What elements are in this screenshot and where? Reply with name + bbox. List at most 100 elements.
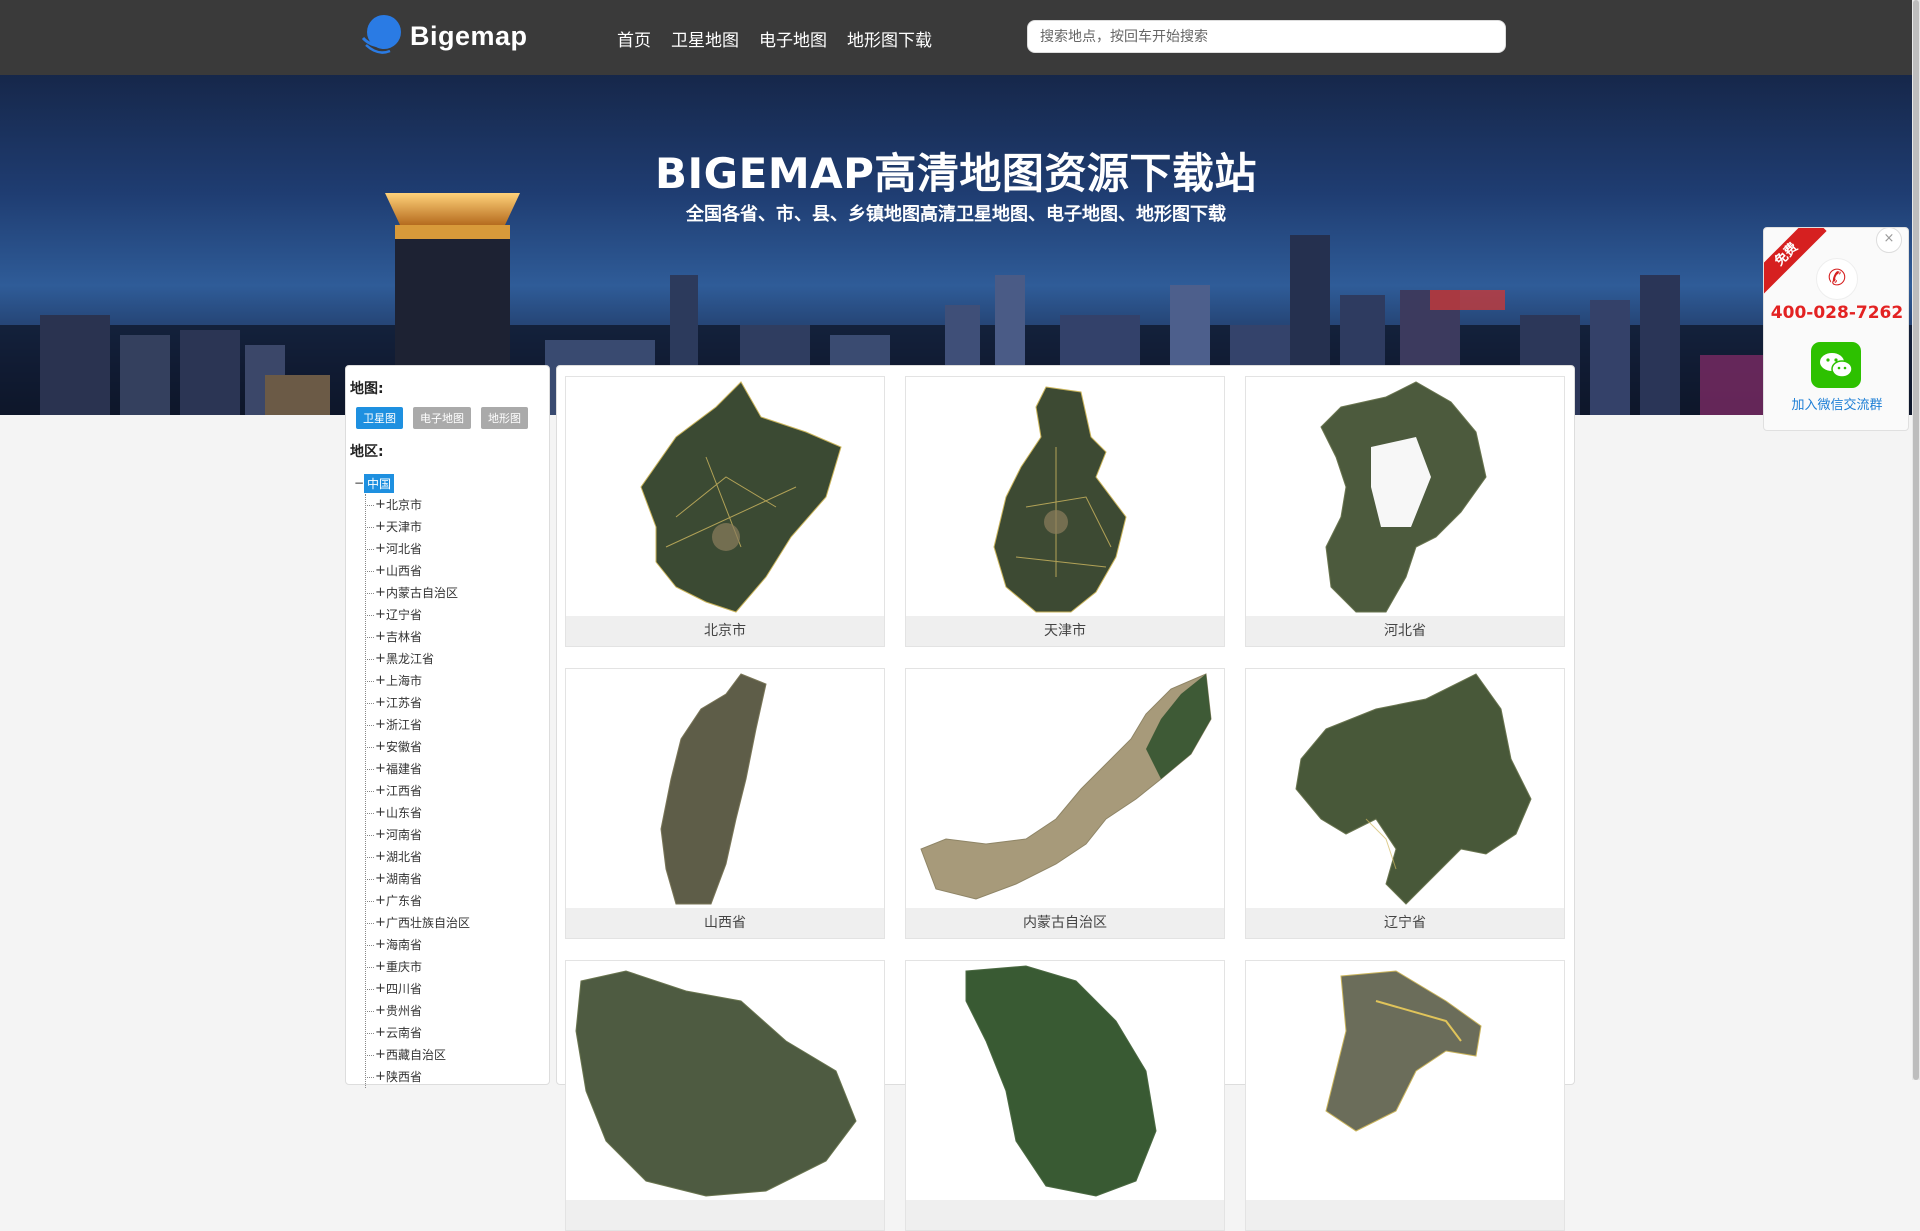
map-card[interactable] — [1245, 960, 1565, 1231]
terrain-map-button[interactable]: 地形图 — [481, 407, 528, 429]
expand-icon[interactable]: + — [375, 1022, 386, 1044]
expand-icon[interactable]: + — [375, 714, 386, 736]
tree-item[interactable]: + 湖北省 — [364, 846, 470, 868]
map-card-title[interactable] — [906, 1200, 1224, 1230]
expand-icon[interactable]: + — [375, 978, 386, 1000]
map-card-title[interactable]: 山西省 — [566, 908, 884, 938]
tree-item[interactable]: + 北京市 — [364, 494, 470, 516]
expand-icon[interactable]: + — [375, 626, 386, 648]
wechat-icon[interactable] — [1811, 342, 1861, 388]
tree-item[interactable]: + 吉林省 — [364, 626, 470, 648]
map-card-liaoning[interactable]: 辽宁省 — [1245, 668, 1565, 939]
map-thumbnail-hebei — [1320, 381, 1487, 613]
wechat-group-link[interactable]: 加入微信交流群 — [1764, 394, 1908, 413]
tree-item[interactable]: + 海南省 — [364, 934, 470, 956]
expand-icon[interactable]: + — [375, 780, 386, 802]
map-card-title[interactable]: 河北省 — [1246, 616, 1564, 646]
tree-item[interactable]: + 河北省 — [364, 538, 470, 560]
expand-icon[interactable]: + — [375, 912, 386, 934]
map-card-title[interactable]: 天津市 — [906, 616, 1224, 646]
sidebar: 地图: 卫星图 电子地图 地形图 地区: − 中国 + 北京市 + 天津市 + 河北省… — [345, 365, 550, 1088]
expand-icon[interactable]: + — [375, 560, 386, 582]
map-card[interactable] — [565, 960, 885, 1231]
tree-item[interactable]: + 山西省 — [364, 560, 470, 582]
nav-home[interactable]: 首页 — [617, 26, 651, 51]
tree-item[interactable]: + 重庆市 — [364, 956, 470, 978]
map-card-title[interactable] — [1246, 1200, 1564, 1230]
expand-icon[interactable]: + — [375, 1066, 386, 1088]
tree-item[interactable]: + 安徽省 — [364, 736, 470, 758]
map-card-title[interactable] — [566, 1200, 884, 1230]
tree-root-label[interactable]: 中国 — [364, 473, 395, 493]
tree-item[interactable]: + 辽宁省 — [364, 604, 470, 626]
expand-icon[interactable]: + — [375, 934, 386, 956]
expand-icon[interactable]: + — [375, 516, 386, 538]
expand-icon[interactable]: + — [375, 758, 386, 780]
expand-icon[interactable]: + — [375, 736, 386, 758]
tree-item[interactable]: + 浙江省 — [364, 714, 470, 736]
hero-banner: BIGEMAP高清地图资源下载站 全国各省、市、县、乡镇地图高清卫星地图、电子地… — [0, 75, 1912, 415]
expand-icon[interactable]: + — [375, 846, 386, 868]
expand-icon[interactable]: + — [375, 868, 386, 890]
tree-item[interactable]: + 内蒙古自治区 — [364, 582, 470, 604]
expand-icon[interactable]: + — [375, 956, 386, 978]
logo-text: Bigemap — [410, 20, 528, 51]
search-input[interactable] — [1027, 20, 1506, 53]
logo[interactable]: Bigemap — [360, 14, 528, 58]
city-skyline-image — [0, 193, 1912, 415]
map-thumbnail-beijing — [640, 381, 842, 613]
expand-icon[interactable]: + — [375, 802, 386, 824]
tree-item[interactable]: + 湖南省 — [364, 868, 470, 890]
map-grid: 北京市 天津市 河北省 山西省 内蒙古自治区 辽宁省 — [556, 365, 1575, 1231]
expand-icon[interactable]: + — [375, 692, 386, 714]
expand-icon[interactable]: + — [375, 604, 386, 626]
expand-icon[interactable]: + — [375, 1000, 386, 1022]
tree-item[interactable]: + 陕西省 — [364, 1066, 470, 1088]
expand-icon[interactable]: + — [375, 824, 386, 846]
map-card-title[interactable]: 内蒙古自治区 — [906, 908, 1224, 938]
tree-item[interactable]: + 黑龙江省 — [364, 648, 470, 670]
map-thumbnail-shanxi — [660, 673, 767, 905]
tree-item[interactable]: + 山东省 — [364, 802, 470, 824]
tree-item[interactable]: + 福建省 — [364, 758, 470, 780]
tree-item[interactable]: + 云南省 — [364, 1022, 470, 1044]
page-scrollbar[interactable] — [1912, 0, 1920, 1080]
close-icon[interactable]: × — [1876, 228, 1902, 253]
nav-electronic-map[interactable]: 电子地图 — [759, 26, 827, 51]
tree-item[interactable]: + 贵州省 — [364, 1000, 470, 1022]
tree-item[interactable]: + 天津市 — [364, 516, 470, 538]
region-list: + 北京市 + 天津市 + 河北省 + 山西省 + 内蒙古自治区 + 辽宁省 + 吉林省 + 黑… — [354, 494, 470, 1088]
expand-icon[interactable]: + — [375, 582, 386, 604]
electronic-map-button[interactable]: 电子地图 — [413, 407, 471, 429]
tree-item[interactable]: + 河南省 — [364, 824, 470, 846]
tree-item[interactable]: + 上海市 — [364, 670, 470, 692]
map-card-inner-mongolia[interactable]: 内蒙古自治区 — [905, 668, 1225, 939]
expand-icon[interactable]: + — [375, 648, 386, 670]
map-card-title[interactable]: 辽宁省 — [1246, 908, 1564, 938]
tree-item[interactable]: + 四川省 — [364, 978, 470, 1000]
map-card[interactable] — [905, 960, 1225, 1231]
tree-item[interactable]: + 西藏自治区 — [364, 1044, 470, 1066]
satellite-map-button[interactable]: 卫星图 — [356, 407, 403, 429]
phone-icon[interactable]: ✆ — [1816, 258, 1858, 300]
expand-icon[interactable]: + — [375, 494, 386, 516]
tree-item[interactable]: + 广西壮族自治区 — [364, 912, 470, 934]
map-card-shanxi[interactable]: 山西省 — [565, 668, 885, 939]
expand-icon[interactable]: + — [375, 670, 386, 692]
map-card-hebei[interactable]: 河北省 — [1245, 376, 1565, 647]
tree-root[interactable]: − 中国 — [354, 472, 470, 494]
nav-terrain-download[interactable]: 地形图下载 — [847, 26, 932, 51]
nav-satellite-map[interactable]: 卫星地图 — [671, 26, 739, 51]
map-card-beijing[interactable]: 北京市 — [565, 376, 885, 647]
expand-icon[interactable]: + — [375, 890, 386, 912]
expand-icon[interactable]: + — [375, 1044, 386, 1066]
scrollbar-thumb[interactable] — [1913, 0, 1919, 1080]
tree-item[interactable]: + 广东省 — [364, 890, 470, 912]
phone-number[interactable]: 400-028-7262 — [1764, 303, 1908, 323]
collapse-icon[interactable]: − — [354, 476, 364, 490]
map-card-title[interactable]: 北京市 — [566, 616, 884, 646]
tree-item[interactable]: + 江苏省 — [364, 692, 470, 714]
expand-icon[interactable]: + — [375, 538, 386, 560]
map-card-tianjin[interactable]: 天津市 — [905, 376, 1225, 647]
tree-item[interactable]: + 江西省 — [364, 780, 470, 802]
